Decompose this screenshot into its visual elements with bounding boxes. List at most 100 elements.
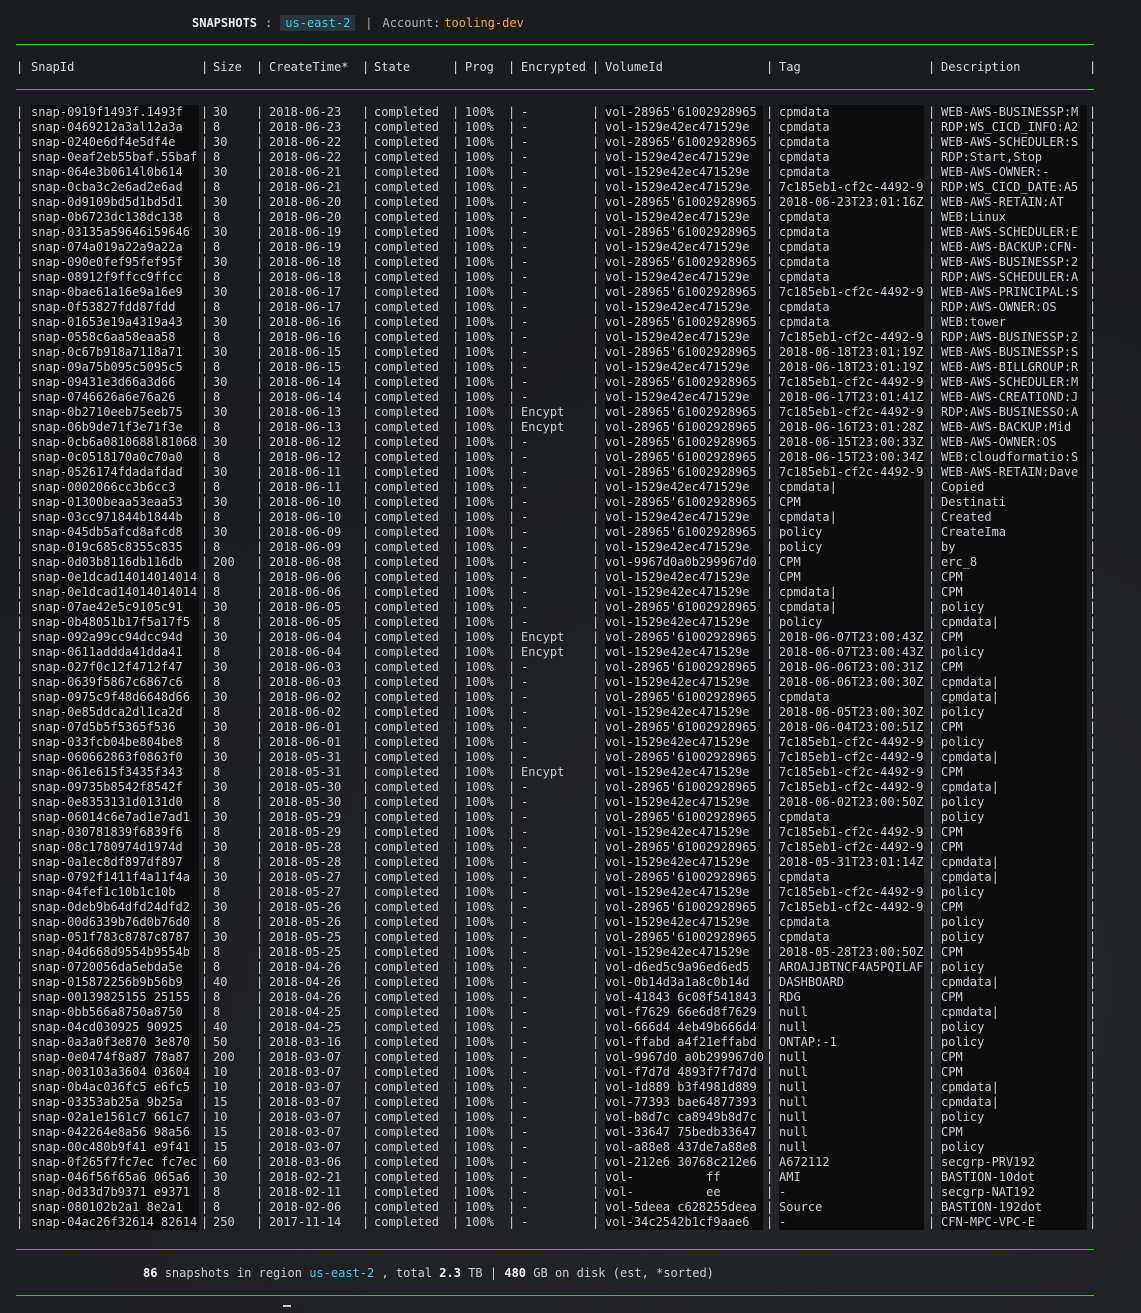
cell-snap-id[interactable]: snap-01653e19a4319a43 — [31, 315, 199, 330]
account-name[interactable]: tooling-dev — [444, 16, 523, 30]
cell-volume-id[interactable]: vol-1529e42ec471529e — [605, 885, 763, 900]
cell-snap-id[interactable]: snap-0975c9f48d6648d66 — [31, 690, 199, 705]
cell-snap-id[interactable]: snap-0b4ac036fc5 e6fc5 — [31, 1080, 199, 1095]
cell-volume-id[interactable]: vol-1529e42ec471529e — [605, 615, 763, 630]
cell-snap-id[interactable]: snap-08c1780974d1974d — [31, 840, 199, 855]
cell-snap-id[interactable]: snap-03353ab25a 9b25a — [31, 1095, 199, 1110]
cell-volume-id[interactable]: vol-9967d0 a0b299967d0 — [605, 1050, 763, 1065]
cell-volume-id[interactable]: vol-ffabd a4f21effabd — [605, 1035, 763, 1050]
cell-snap-id[interactable]: snap-0e8353131d0131d0 — [31, 795, 199, 810]
cell-volume-id[interactable]: vol-9967d0a0b299967d0 — [605, 555, 763, 570]
cell-volume-id[interactable]: vol-1529e42ec471529e — [605, 330, 763, 345]
cell-snap-id[interactable]: snap-09431e3d66a3d66 — [31, 375, 199, 390]
cell-volume-id[interactable]: vol-28965'61002928965 — [605, 465, 763, 480]
cell-snap-id[interactable]: snap-04d668d9554b9554b — [31, 945, 199, 960]
cell-snap-id[interactable]: snap-080102b2a1 8e2a1 — [31, 1200, 199, 1215]
cell-volume-id[interactable]: vol-1529e42ec471529e — [605, 855, 763, 870]
cell-snap-id[interactable]: snap-0c0518170a0c70a0 — [31, 450, 199, 465]
header-encrypted[interactable]: Encrypted — [521, 60, 586, 74]
cell-snap-id[interactable]: snap-0b48051b17f5a17f5 — [31, 615, 199, 630]
cell-volume-id[interactable]: vol-1529e42ec471529e — [605, 150, 763, 165]
cell-snap-id[interactable]: snap-0eaf2eb55baf.55baf — [31, 150, 199, 165]
cell-snap-id[interactable]: snap-08912f9ffcc9ffcc — [31, 270, 199, 285]
cell-snap-id[interactable]: snap-064e3b0614l0b614 — [31, 165, 199, 180]
cell-volume-id[interactable]: vol-1529e42ec471529e — [605, 360, 763, 375]
cell-snap-id[interactable]: snap-0002066cc3b6cc3 — [31, 480, 199, 495]
cell-volume-id[interactable]: vol-1529e42ec471529e — [605, 390, 763, 405]
cell-volume-id[interactable]: vol-33647 75bedb33647 — [605, 1125, 763, 1140]
cell-volume-id[interactable]: vol-1529e42ec471529e — [605, 180, 763, 195]
cell-volume-id[interactable]: vol- ff — [605, 1170, 763, 1185]
cell-snap-id[interactable]: snap-0639f5867c6867c6 — [31, 675, 199, 690]
cell-snap-id[interactable]: snap-0e85ddca2dl1ca2d — [31, 705, 199, 720]
cell-snap-id[interactable]: snap-051f783c8787c8787 — [31, 930, 199, 945]
cell-volume-id[interactable]: vol-28965'61002928965 — [605, 435, 763, 450]
header-state[interactable]: State — [374, 60, 410, 74]
cell-snap-id[interactable]: snap-00c480b9f41 e9f41 — [31, 1140, 199, 1155]
cell-volume-id[interactable]: vol-28965'61002928965 — [605, 195, 763, 210]
cell-snap-id[interactable]: snap-033fcb04be804be8 — [31, 735, 199, 750]
cell-snap-id[interactable]: snap-06b9de71f3e71f3e — [31, 420, 199, 435]
cell-volume-id[interactable]: vol-28965'61002928965 — [605, 750, 763, 765]
cell-volume-id[interactable]: vol-1529e42ec471529e — [605, 945, 763, 960]
cell-snap-id[interactable]: snap-092a99cc94dcc94d — [31, 630, 199, 645]
cell-volume-id[interactable]: vol-0b14d3a1a8c0b14d — [605, 975, 763, 990]
cell-snap-id[interactable]: snap-019c685c8355c835 — [31, 540, 199, 555]
cell-snap-id[interactable]: snap-06014c6e7ad1e7ad1 — [31, 810, 199, 825]
cell-volume-id[interactable]: vol-28965'61002928965 — [605, 405, 763, 420]
cell-volume-id[interactable]: vol-28965'61002928965 — [605, 840, 763, 855]
cell-volume-id[interactable]: vol-28965'61002928965 — [605, 720, 763, 735]
cell-volume-id[interactable]: vol-28965'61002928965 — [605, 450, 763, 465]
cell-volume-id[interactable]: vol-28965'61002928965 — [605, 870, 763, 885]
cell-volume-id[interactable]: vol-b8d7c ca8949b8d7c — [605, 1110, 763, 1125]
cell-snap-id[interactable]: snap-0b6723dc138dc138 — [31, 210, 199, 225]
cell-snap-id[interactable]: snap-09735b8542f8542f — [31, 780, 199, 795]
cell-volume-id[interactable]: vol-28965'61002928965 — [605, 690, 763, 705]
cell-snap-id[interactable]: snap-0bb566a8750a8750 — [31, 1005, 199, 1020]
cell-snap-id[interactable]: snap-045db5afcd8afcd8 — [31, 525, 199, 540]
cell-snap-id[interactable]: snap-061e615f3435f343 — [31, 765, 199, 780]
cell-snap-id[interactable]: snap-0792f1411f4a11f4a — [31, 870, 199, 885]
cell-snap-id[interactable]: snap-0f53827fdd87fdd — [31, 300, 199, 315]
cell-snap-id[interactable]: snap-0746626a6e76a26 — [31, 390, 199, 405]
cell-volume-id[interactable]: vol-1529e42ec471529e — [605, 240, 763, 255]
cell-snap-id[interactable]: snap-0d33d7b9371 e9371 — [31, 1185, 199, 1200]
cell-volume-id[interactable]: vol-1529e42ec471529e — [605, 120, 763, 135]
cell-volume-id[interactable]: vol-28965'61002928965 — [605, 135, 763, 150]
cell-snap-id[interactable]: snap-0bae61a16e9a16e9 — [31, 285, 199, 300]
cell-volume-id[interactable]: vol-28965'61002928965 — [605, 345, 763, 360]
cell-volume-id[interactable]: vol-28965'61002928965 — [605, 900, 763, 915]
cell-volume-id[interactable]: vol-1d889 b3f4981d889 — [605, 1080, 763, 1095]
cell-volume-id[interactable]: vol-28965'61002928965 — [605, 285, 763, 300]
cell-volume-id[interactable]: vol-1529e42ec471529e — [605, 585, 763, 600]
cell-volume-id[interactable]: vol-28965'61002928965 — [605, 495, 763, 510]
cell-snap-id[interactable]: snap-0469212a3al12a3a — [31, 120, 199, 135]
cell-volume-id[interactable]: vol-1529e42ec471529e — [605, 270, 763, 285]
cell-snap-id[interactable]: snap-0611addda41dda41 — [31, 645, 199, 660]
cell-snap-id[interactable]: snap-07d5b5f5365f536 — [31, 720, 199, 735]
cell-snap-id[interactable]: snap-074a019a22a9a22a — [31, 240, 199, 255]
cell-snap-id[interactable]: snap-0558c6aa58eaa58 — [31, 330, 199, 345]
cell-snap-id[interactable]: snap-015872256b9b56b9 — [31, 975, 199, 990]
cell-volume-id[interactable]: vol-1529e42ec471529e — [605, 510, 763, 525]
cell-volume-id[interactable]: vol-1529e42ec471529e — [605, 570, 763, 585]
cell-volume-id[interactable]: vol-5deea c628255deea — [605, 1200, 763, 1215]
cell-snap-id[interactable]: snap-0526174fdadafdad — [31, 465, 199, 480]
cell-volume-id[interactable]: vol-d6ed5c9a96ed6ed5 — [605, 960, 763, 975]
cell-volume-id[interactable]: vol-1529e42ec471529e — [605, 480, 763, 495]
cell-snap-id[interactable]: snap-027f0c12f4712f47 — [31, 660, 199, 675]
cell-snap-id[interactable]: snap-003103a3604 03604 — [31, 1065, 199, 1080]
cell-volume-id[interactable]: vol- ee — [605, 1185, 763, 1200]
cell-volume-id[interactable]: vol-a88e8 437de7a88e8 — [605, 1140, 763, 1155]
cell-snap-id[interactable]: snap-04cd030925 90925 — [31, 1020, 199, 1035]
cell-volume-id[interactable]: vol-1529e42ec471529e — [605, 645, 763, 660]
cell-volume-id[interactable]: vol-34c2542b1cf9aae6 — [605, 1215, 763, 1230]
cell-snap-id[interactable]: snap-0b2710eeb75eeb75 — [31, 405, 199, 420]
cell-snap-id[interactable]: snap-04fef1c10b1c10b — [31, 885, 199, 900]
cell-snap-id[interactable]: snap-03135a59646i59646 — [31, 225, 199, 240]
header-size[interactable]: Size — [213, 60, 242, 74]
cell-volume-id[interactable]: vol-1529e42ec471529e — [605, 675, 763, 690]
cell-snap-id[interactable]: snap-02a1e1561c7 661c7 — [31, 1110, 199, 1125]
cell-snap-id[interactable]: snap-0e0474f8a87 78a87 — [31, 1050, 199, 1065]
cell-volume-id[interactable]: vol-1529e42ec471529e — [605, 300, 763, 315]
